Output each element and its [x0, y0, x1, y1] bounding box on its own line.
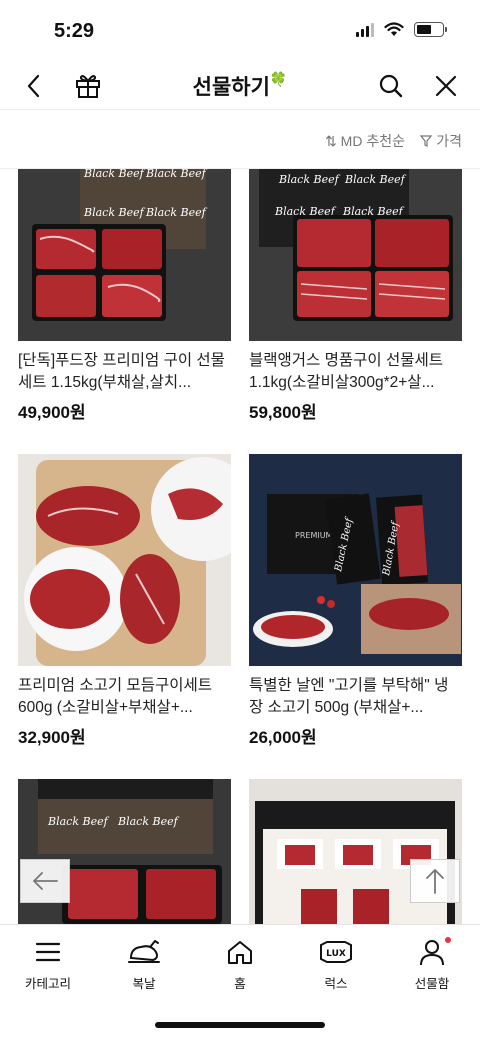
- person-icon: [420, 940, 444, 966]
- product-card[interactable]: Black Beef Black Beef Black Beef Black B…: [249, 169, 462, 423]
- arrow-up-icon: [426, 869, 444, 894]
- clover-icon: 🍀: [269, 71, 288, 87]
- status-bar: 5:29: [0, 0, 480, 62]
- svg-text:Black Beef: Black Beef: [47, 815, 110, 828]
- product-price: 49,900원: [18, 403, 86, 422]
- svg-text:Black Beef: Black Beef: [278, 173, 341, 186]
- product-price: 32,900원: [18, 728, 86, 747]
- tab-label: 선물함: [414, 977, 450, 991]
- tab-bar: 카테고리 복날 홈 LUX 럭스 선물함: [0, 924, 480, 1039]
- product-name[interactable]: 특별한 날엔 "고기를 부탁해" 냉장 소고기 500g (부채살+...: [249, 675, 462, 719]
- tab-label: 카테고리: [24, 977, 71, 991]
- status-time: 5:29: [54, 20, 95, 42]
- tab-giftbox[interactable]: 선물함: [392, 937, 472, 992]
- menu-icon: [35, 942, 61, 962]
- wifi-icon: [384, 22, 404, 36]
- scroll-top-button[interactable]: [410, 859, 460, 903]
- product-name[interactable]: 프리미엄 소고기 모듬구이세트 600g (소갈비살+부채살+...: [18, 675, 231, 719]
- svg-text:Black Beef: Black Beef: [83, 206, 146, 219]
- product-name[interactable]: 블랙앵거스 명품구이 선물세트 1.1kg(소갈비살300g*2+살...: [249, 350, 462, 394]
- tab-lux[interactable]: LUX 럭스: [296, 937, 376, 992]
- product-image[interactable]: PREMIUM Black Beef Black Beef: [249, 454, 462, 666]
- svg-text:Black Beef: Black Beef: [145, 206, 208, 219]
- price-filter-label: 가격: [436, 133, 462, 149]
- signal-icon: [356, 22, 374, 37]
- tab-boknal[interactable]: 복날: [104, 937, 184, 992]
- battery-icon: [414, 22, 447, 37]
- premium-text: PREMIUM: [295, 531, 333, 540]
- product-card[interactable]: 프리미엄 소고기 모듬구이세트 600g (소갈비살+부채살+... 32,90…: [18, 454, 231, 748]
- filter-bar: ⇅ MD 추천순 가격: [0, 111, 480, 169]
- status-icons: [356, 22, 447, 37]
- tab-label: 복날: [132, 977, 156, 991]
- filter-icon: [420, 135, 433, 147]
- svg-text:Black Beef: Black Beef: [145, 169, 208, 180]
- home-indicator: [155, 1022, 325, 1028]
- lux-icon: LUX: [320, 941, 352, 963]
- box-brand-text: Black Beef: [83, 169, 146, 180]
- page-title: 선물하기🍀: [0, 71, 480, 101]
- notification-dot: [445, 937, 451, 943]
- price-filter[interactable]: 가격: [420, 131, 462, 151]
- search-icon: [379, 74, 403, 98]
- product-grid: Black Beef Black Beef Black Beef Black B…: [0, 169, 480, 924]
- sort-dropdown[interactable]: ⇅ MD 추천순: [325, 131, 405, 151]
- product-price: 26,000원: [249, 728, 317, 747]
- tab-label: 럭스: [324, 977, 348, 991]
- chicken-icon: [128, 940, 160, 963]
- search-button[interactable]: [375, 70, 407, 102]
- back-float-button[interactable]: [20, 859, 70, 903]
- arrow-left-icon: [33, 872, 58, 890]
- product-name[interactable]: [단독]푸드장 프리미엄 구이 선물세트 1.15kg(부채살,살치...: [18, 350, 231, 394]
- tab-label: 홈: [234, 977, 246, 991]
- close-button[interactable]: [430, 70, 462, 102]
- tab-home[interactable]: 홈: [200, 937, 280, 992]
- svg-text:Black Beef: Black Beef: [117, 815, 180, 828]
- svg-text:LUX: LUX: [326, 949, 346, 959]
- svg-text:Black Beef: Black Beef: [344, 173, 407, 186]
- product-image[interactable]: [18, 454, 231, 666]
- product-card[interactable]: Black Beef Black Beef Black Beef Black B…: [18, 169, 231, 423]
- product-image[interactable]: Black Beef Black Beef Black Beef Black B…: [18, 169, 231, 341]
- page-title-text: 선물하기: [192, 76, 270, 99]
- product-card[interactable]: PREMIUM Black Beef Black Beef 특별한 날엔 "고기…: [249, 454, 462, 748]
- product-image[interactable]: Black Beef Black Beef Black Beef Black B…: [249, 169, 462, 341]
- close-icon: [435, 75, 457, 97]
- product-price: 59,800원: [249, 403, 317, 422]
- tab-category[interactable]: 카테고리: [8, 937, 88, 992]
- home-icon: [228, 941, 252, 964]
- header: 선물하기🍀: [0, 62, 480, 110]
